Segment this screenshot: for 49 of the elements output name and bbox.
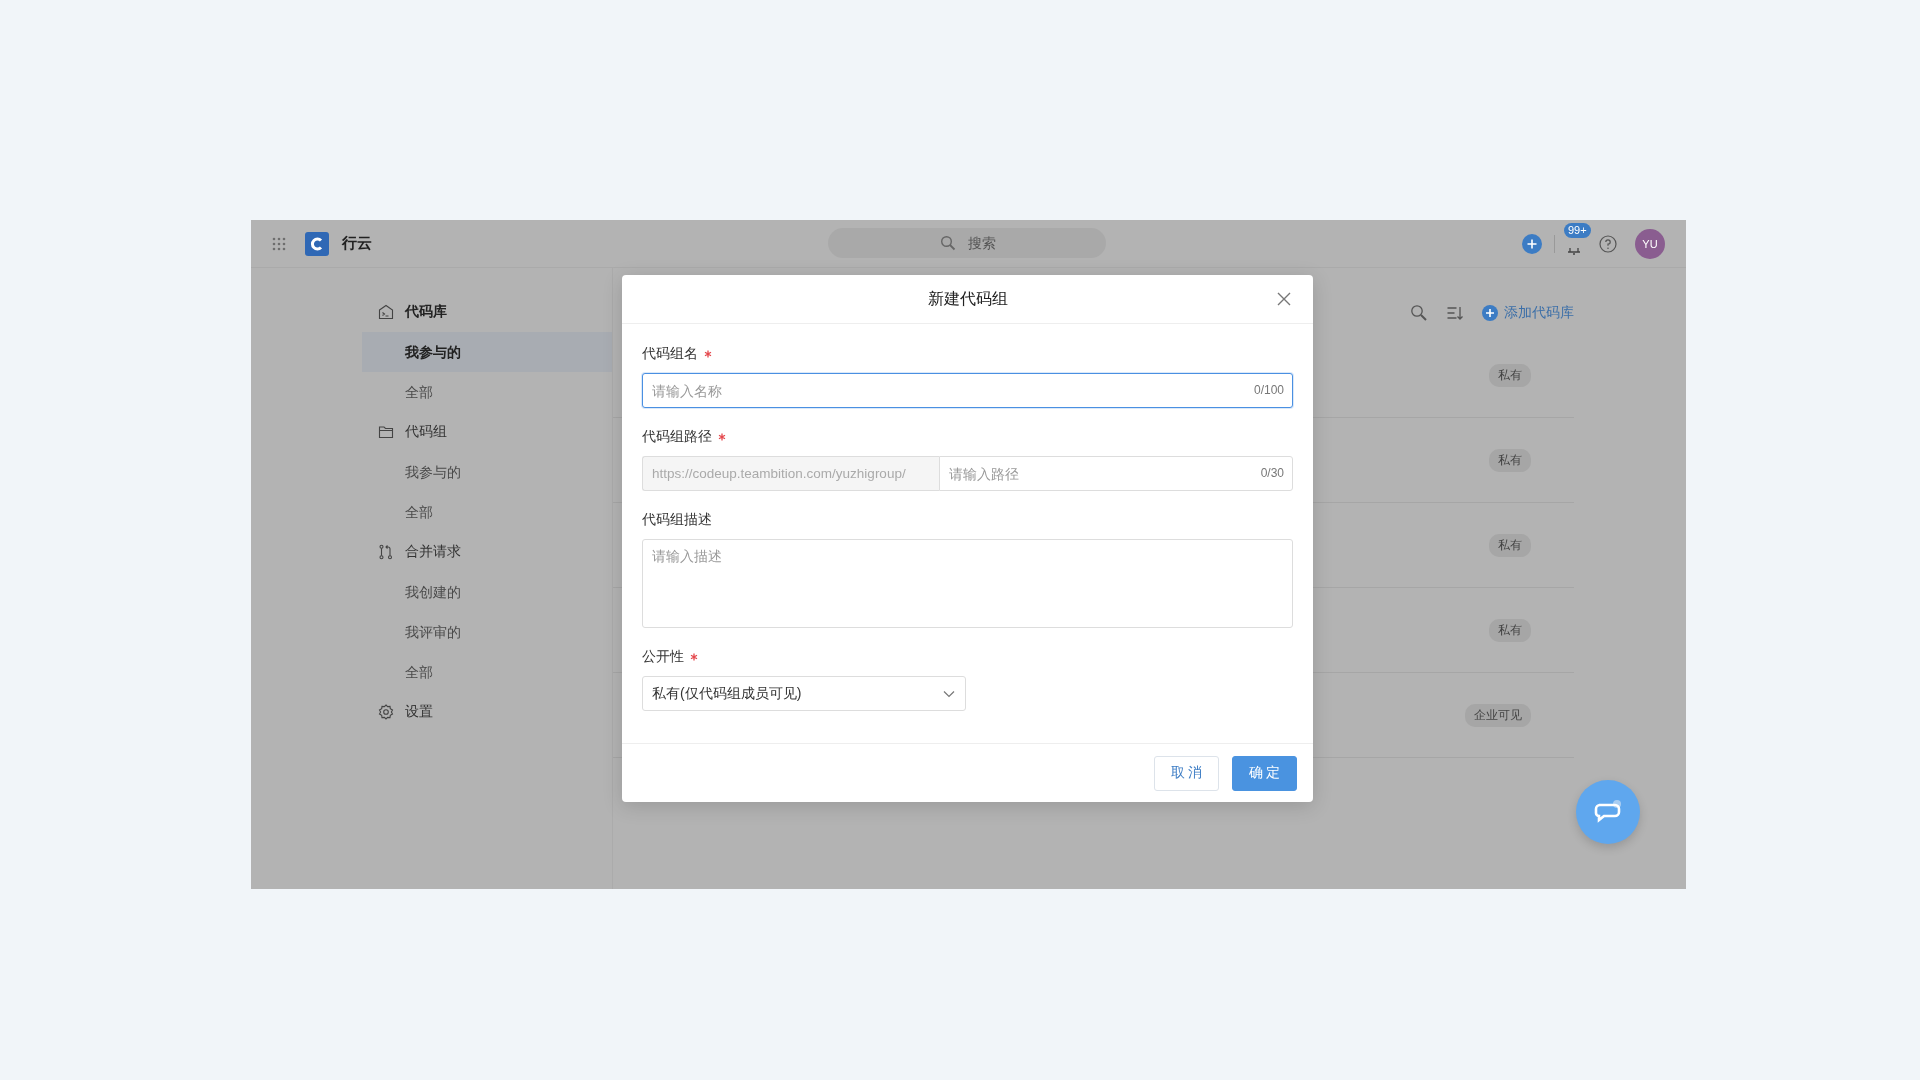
visibility-tag: 私有 [1489, 618, 1531, 642]
description-field[interactable]: 请输入描述 [642, 539, 1293, 628]
visibility-tag: 私有 [1489, 448, 1531, 472]
plus-circle-icon [1482, 305, 1498, 321]
search-icon[interactable] [1410, 304, 1428, 322]
field-label: 代码组路径 [642, 428, 712, 446]
field-label: 公开性 [642, 648, 684, 666]
url-prefix: https://codeup.teambition.com/yuzhigroup/ [642, 456, 939, 491]
user-avatar[interactable]: YU [1635, 229, 1665, 259]
settings-icon [378, 704, 394, 720]
sidebar-section[interactable]: 合并请求 [362, 532, 612, 572]
field-label: 代码组描述 [642, 511, 712, 529]
sort-icon[interactable] [1446, 304, 1464, 322]
apps-grid-icon[interactable] [272, 236, 286, 251]
sidebar-section[interactable]: 设置 [362, 692, 612, 732]
sidebar-item[interactable]: 全部 [362, 652, 612, 692]
add-icon[interactable] [1522, 234, 1542, 254]
sidebar-item[interactable]: 全部 [362, 372, 612, 412]
char-counter: 0/30 [1260, 466, 1284, 480]
terminal-house-icon [378, 304, 394, 320]
logo-icon[interactable] [305, 231, 329, 256]
close-icon[interactable] [1277, 292, 1291, 306]
merge-request-icon [378, 544, 394, 560]
sidebar-item[interactable]: 我创建的 [362, 572, 612, 612]
search-field[interactable]: 搜索 [828, 228, 1106, 258]
sidebar-item[interactable]: 我参与的 [362, 332, 612, 372]
cancel-button[interactable]: 取 消 [1154, 755, 1219, 791]
field-label: 代码组名 [642, 345, 698, 363]
sidebar-section[interactable]: 代码组 [362, 412, 612, 452]
char-counter: 0/100 [1253, 383, 1284, 397]
chat-bubble-button[interactable] [1576, 780, 1640, 844]
folder-icon [378, 424, 394, 440]
notification-badge: 99+ [1564, 223, 1591, 238]
visibility-dropdown[interactable]: 私有(仅代码组成员可见) [642, 676, 966, 711]
sidebar-item[interactable]: 我评审的 [362, 612, 612, 652]
chat-bubble-icon [1593, 799, 1623, 825]
sidebar-section[interactable]: 代码库 [362, 292, 612, 332]
visibility-tag: 私有 [1489, 363, 1531, 387]
visibility-tag: 企业可见 [1465, 703, 1531, 727]
search-icon [940, 235, 956, 251]
dialog-title: 新建代码组 [927, 288, 1008, 309]
app-name: 行云 [342, 234, 372, 253]
visibility-tag: 私有 [1489, 533, 1531, 557]
help-icon[interactable] [1599, 235, 1617, 253]
confirm-button[interactable]: 确 定 [1232, 755, 1297, 791]
chevron-down-icon [943, 689, 955, 698]
sidebar-item[interactable]: 全部 [362, 492, 612, 532]
sidebar-item[interactable]: 我参与的 [362, 452, 612, 492]
add-repo-button[interactable]: 添加代码库 [1482, 304, 1574, 322]
